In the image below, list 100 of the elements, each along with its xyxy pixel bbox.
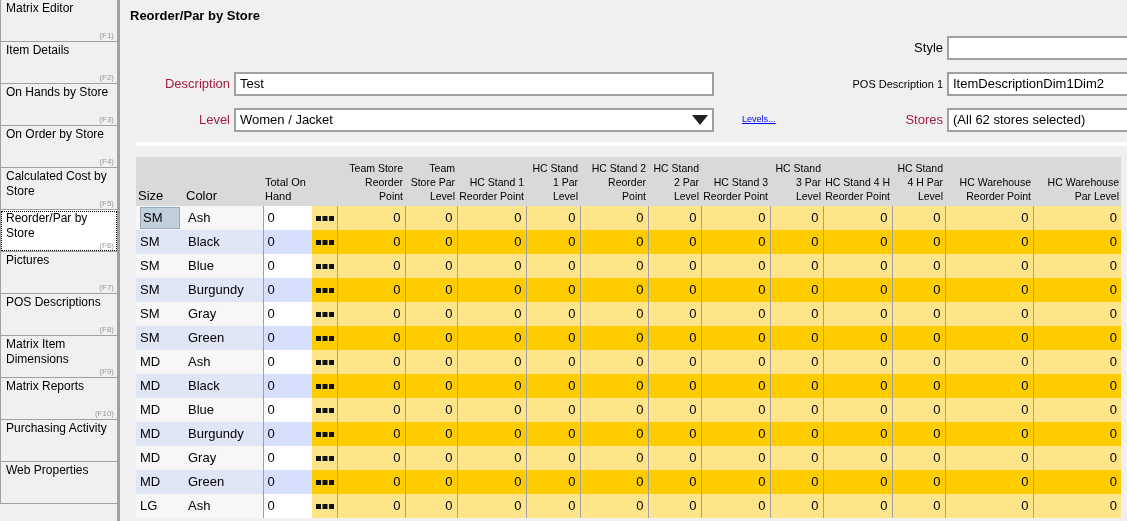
more-icon[interactable] (316, 480, 334, 486)
table-cell: 0 (933, 306, 941, 322)
table-cell: 0 (445, 426, 453, 442)
table-cell: 0 (267, 354, 275, 370)
table-cell: Blue (188, 258, 215, 274)
table-cell: 0 (514, 378, 522, 394)
table-cell: SM (140, 282, 160, 298)
pos-description-field[interactable]: ItemDescriptionDim1Dim2 (947, 72, 1127, 96)
page-title: Reorder/Par by Store (130, 7, 262, 25)
table-cell: 0 (1109, 330, 1117, 346)
more-icon[interactable] (316, 312, 334, 318)
table-cell: 0 (811, 210, 819, 226)
table-cell: 0 (689, 306, 697, 322)
table-cell: 0 (689, 426, 697, 442)
table-cell: 0 (880, 498, 888, 514)
dropdown-arrow-icon[interactable] (692, 115, 708, 125)
table-cell: 0 (568, 378, 576, 394)
sidebar-tab[interactable]: Matrix Item Dimensions (F9) (0, 336, 118, 378)
stores-field[interactable]: (All 62 stores selected) (947, 108, 1127, 132)
table-cell: 0 (758, 282, 766, 298)
table-cell: LG (140, 498, 158, 514)
table-cell: MD (140, 450, 161, 466)
table-cell: 0 (811, 354, 819, 370)
sidebar-tab[interactable]: Matrix Reports (F10) (0, 378, 118, 420)
more-icon[interactable] (316, 336, 334, 342)
table-cell: 0 (811, 306, 819, 322)
more-icon[interactable] (316, 360, 334, 366)
more-icon[interactable] (316, 288, 334, 294)
column-header: Team Store Par Level (405, 157, 457, 206)
sidebar-tab[interactable]: Reorder/Par by Store (F6) (0, 210, 118, 252)
table-cell: 0 (445, 378, 453, 394)
table-cell: 0 (811, 450, 819, 466)
sidebar-tab[interactable]: Item Details (F2) (0, 42, 118, 84)
table-cell: 0 (758, 306, 766, 322)
table-cell: Gray (188, 450, 217, 466)
table-cell: 0 (1021, 210, 1029, 226)
sidebar-tab[interactable]: Pictures (F7) (0, 252, 118, 294)
more-icon[interactable] (316, 504, 334, 510)
table-cell: 0 (393, 450, 401, 466)
table-cell: Black (188, 234, 220, 250)
field-label: Stores (904, 111, 944, 130)
sidebar-tab[interactable]: On Order by Store (F4) (0, 126, 118, 168)
table-cell: 0 (568, 282, 576, 298)
table-cell: 0 (933, 210, 941, 226)
table-cell: 0 (267, 426, 275, 442)
level-dropdown[interactable]: Women / Jacket (234, 108, 714, 132)
table-cell: 0 (811, 330, 819, 346)
sidebar-tab[interactable]: POS Descriptions (F8) (0, 294, 118, 336)
table-cell: 0 (514, 282, 522, 298)
table-cell: 0 (568, 330, 576, 346)
table-cell: 0 (811, 498, 819, 514)
table-cell: Burgundy (188, 282, 244, 298)
more-icon[interactable] (316, 264, 334, 270)
table-cell: 0 (514, 498, 522, 514)
table-cell: Ash (188, 354, 211, 370)
column-header: HC Stand 4 H Par Level (892, 157, 945, 206)
table-cell: 0 (514, 474, 522, 490)
table-cell: SM (140, 330, 160, 346)
table-cell: 0 (880, 210, 888, 226)
more-icon[interactable] (316, 432, 334, 438)
sidebar-tab[interactable]: Calculated Cost by Store (F5) (0, 168, 118, 210)
table-cell: 0 (636, 210, 644, 226)
more-icon[interactable] (316, 408, 334, 414)
sidebar-tab[interactable]: Purchasing Activity (0, 420, 118, 462)
levels-link[interactable]: Levels... (742, 113, 812, 127)
table-cell: 0 (445, 498, 453, 514)
table-cell: MD (140, 402, 161, 418)
table-cell: 0 (1021, 498, 1029, 514)
table-cell: 0 (267, 378, 275, 394)
table-cell: 0 (568, 474, 576, 490)
style-field[interactable] (947, 36, 1127, 60)
more-icon[interactable] (316, 216, 334, 222)
table-cell: 0 (636, 426, 644, 442)
table-cell: 0 (758, 402, 766, 418)
more-icon[interactable] (316, 456, 334, 462)
table-cell: 0 (1109, 234, 1117, 250)
table-cell: 0 (1109, 498, 1117, 514)
table-cell: 0 (636, 282, 644, 298)
table-cell: 0 (689, 234, 697, 250)
sidebar-tab[interactable]: Matrix Editor (F1) (0, 0, 118, 42)
column-header: HC Stand 2 Reorder Point (580, 157, 648, 206)
table-cell: 0 (445, 402, 453, 418)
table-cell: 0 (514, 330, 522, 346)
description-field[interactable]: Test (234, 72, 714, 96)
field-label: POS Description 1 (851, 76, 944, 92)
table-cell: 0 (393, 330, 401, 346)
table-cell: SM (140, 258, 160, 274)
table-cell: 0 (393, 426, 401, 442)
table-cell: 0 (811, 402, 819, 418)
table-cell: 0 (811, 258, 819, 274)
table-cell: 0 (445, 306, 453, 322)
sidebar-tab[interactable]: Web Properties (0, 462, 118, 504)
table-cell: 0 (445, 330, 453, 346)
table-cell: Green (188, 330, 225, 346)
more-icon[interactable] (316, 240, 334, 246)
more-icon[interactable] (316, 384, 334, 390)
sidebar-tab[interactable]: On Hands by Store (F3) (0, 84, 118, 126)
table-cell: 0 (393, 498, 401, 514)
table-cell: 0 (933, 474, 941, 490)
table-cell: 0 (933, 450, 941, 466)
